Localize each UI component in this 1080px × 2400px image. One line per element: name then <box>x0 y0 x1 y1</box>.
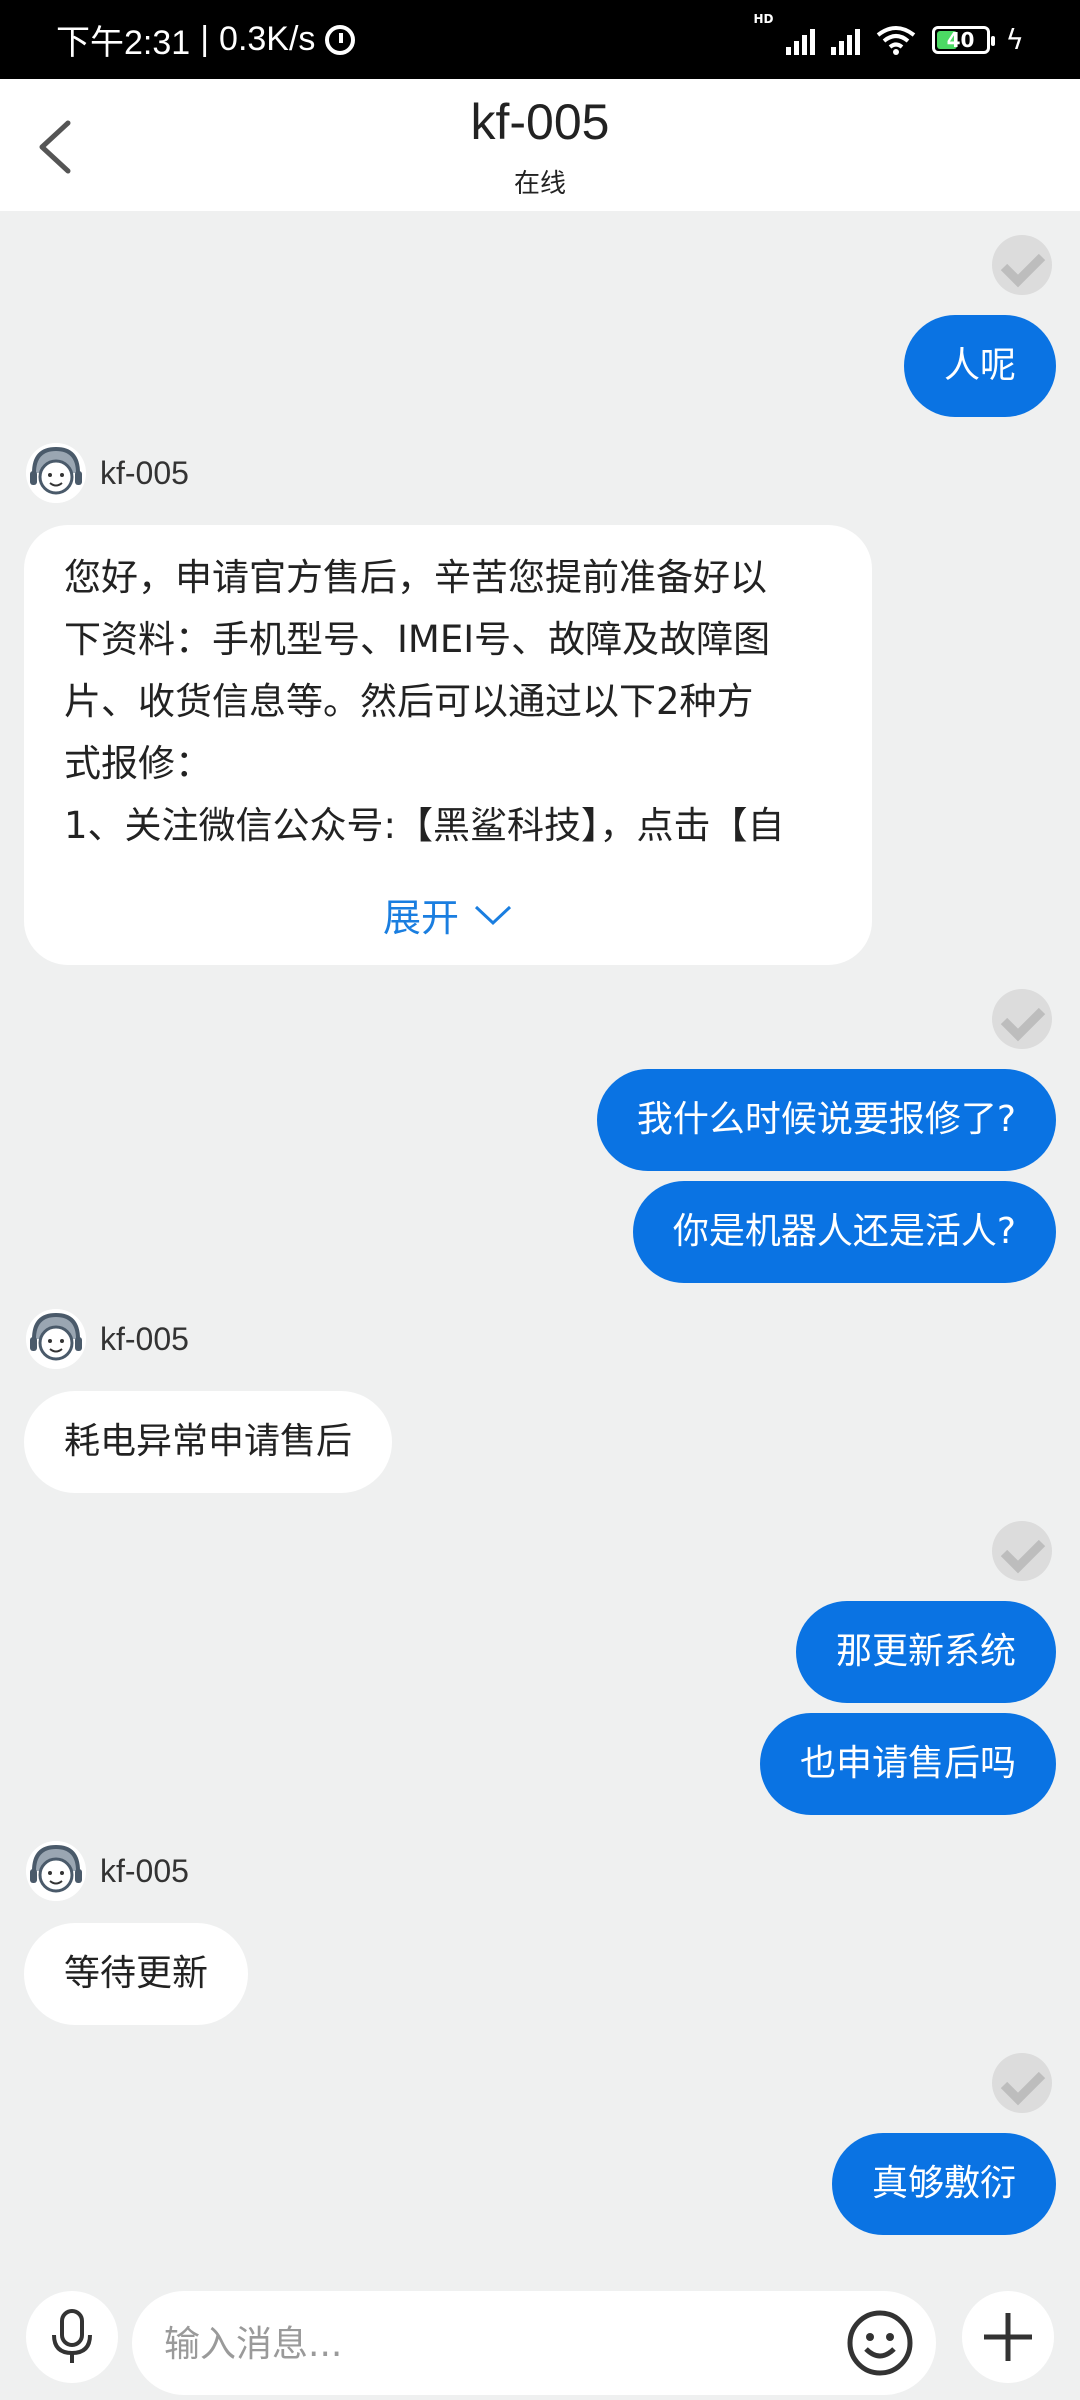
status-bar: 下午2:31 | 0.3K/s HD 40 ϟ <box>0 0 1080 79</box>
input-bar <box>0 2281 1080 2400</box>
charging-icon: ϟ <box>1005 23 1024 56</box>
online-status: 在线 <box>513 169 566 199</box>
wifi-icon <box>876 25 915 55</box>
agent-avatar-icon <box>26 443 86 503</box>
signal-icon <box>785 25 815 55</box>
chat-header: kf-005 在线 <box>0 79 1080 211</box>
battery-level: 40 <box>946 27 975 52</box>
agent-header: kf-005 <box>26 443 189 503</box>
agent-avatar-icon <box>26 1841 86 1901</box>
more-button[interactable] <box>962 2291 1054 2383</box>
chat-message-list[interactable]: 人呢 kf-005 您好，申请官方售后，辛苦您提前准备好以 下资料：手机型号、I… <box>0 211 1080 2281</box>
agent-header: kf-005 <box>26 1841 189 1901</box>
page-title: kf-005 <box>470 94 610 150</box>
agent-header: kf-005 <box>26 1309 189 1369</box>
microphone-icon <box>52 2309 92 2363</box>
outgoing-message[interactable]: 我什么时候说要报修了? <box>596 1069 1056 1171</box>
status-time: 下午2:31 <box>56 24 191 62</box>
outgoing-message[interactable]: 也申请售后吗 <box>759 1713 1056 1815</box>
agent-name: kf-005 <box>100 454 189 491</box>
outgoing-message[interactable]: 你是机器人还是活人? <box>632 1181 1056 1283</box>
agent-name: kf-005 <box>100 1852 189 1889</box>
user-avatar-icon <box>992 989 1052 1049</box>
agent-avatar-icon <box>26 1309 86 1369</box>
agent-name: kf-005 <box>100 1320 189 1357</box>
signal-icon-2 <box>830 25 860 55</box>
status-right: HD 40 ϟ <box>754 0 1025 79</box>
incoming-message-long[interactable]: 您好，申请官方售后，辛苦您提前准备好以 下资料：手机型号、IMEI号、故障及故障… <box>24 525 872 965</box>
long-message-text: 您好，申请官方售后，辛苦您提前准备好以 下资料：手机型号、IMEI号、故障及故障… <box>64 547 832 857</box>
outgoing-message[interactable]: 真够敷衍 <box>831 2133 1056 2235</box>
user-avatar-icon <box>992 2053 1052 2113</box>
chevron-down-icon <box>474 905 512 925</box>
hd-label: HD <box>753 12 774 26</box>
message-input-container <box>132 2291 936 2397</box>
incoming-message[interactable]: 等待更新 <box>24 1923 249 2025</box>
status-left: 下午2:31 | 0.3K/s <box>56 0 356 79</box>
long-message-line: 您好，申请官方售后，辛苦您提前准备好以 <box>64 556 767 599</box>
message-input[interactable] <box>162 2291 806 2397</box>
user-avatar-icon <box>992 235 1052 295</box>
long-message-line: 片、收货信息等。然后可以通过以下2种方 <box>64 680 754 723</box>
voice-button[interactable] <box>26 2291 118 2383</box>
long-message-line: 式报修： <box>64 742 212 785</box>
status-separator: | <box>200 20 210 58</box>
long-message-line: 1、关注微信公众号:【黑鲨科技】，点击【自 <box>64 804 785 847</box>
expand-button[interactable]: 展开 <box>24 887 872 942</box>
alarm-icon <box>325 24 356 55</box>
incoming-message[interactable]: 耗电异常申请售后 <box>24 1391 393 1493</box>
plus-icon <box>984 2313 1032 2361</box>
user-avatar-icon <box>992 1521 1052 1581</box>
outgoing-message[interactable]: 那更新系统 <box>795 1601 1056 1703</box>
status-net-speed: 0.3K/s <box>219 20 316 58</box>
outgoing-message[interactable]: 人呢 <box>903 315 1056 417</box>
battery-icon: 40 <box>931 25 995 54</box>
emoji-icon[interactable] <box>844 2307 916 2379</box>
expand-label: 展开 <box>382 896 459 940</box>
long-message-line: 下资料：手机型号、IMEI号、故障及故障图 <box>64 618 771 661</box>
